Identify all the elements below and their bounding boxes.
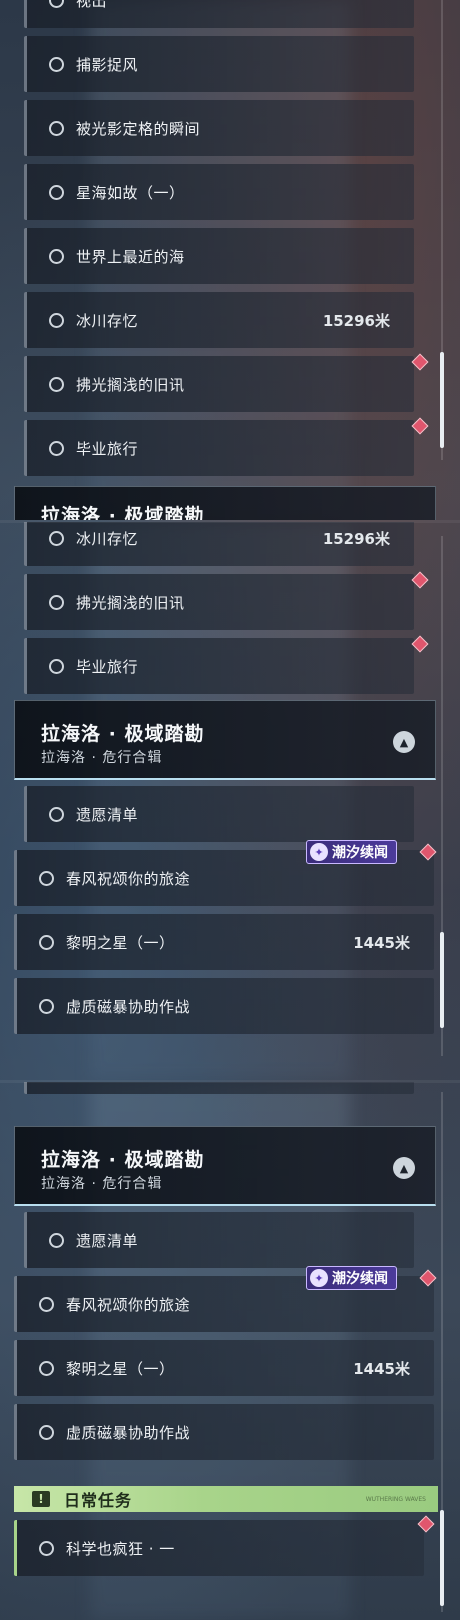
exclamation-icon: !: [32, 1491, 50, 1507]
quest-distance: 1445米: [353, 933, 410, 952]
quest-status-icon: [39, 998, 54, 1014]
quest-status-icon: [49, 594, 64, 610]
quest-status-icon: [49, 0, 64, 8]
quest-item[interactable]: 冰川存忆 15296米: [24, 522, 414, 566]
scrollbar-thumb[interactable]: [440, 1510, 444, 1606]
tide-event-icon: ✦: [310, 1269, 328, 1287]
quest-panel-1: 视出 捕影捉风 被光影定格的瞬间 星海如故（一） 世界上最近的海 冰川存忆 15…: [0, 0, 460, 520]
quest-distance: 15296米: [322, 311, 390, 330]
quest-status-icon: [39, 1540, 54, 1556]
quest-label: 黎明之星（一）: [66, 933, 175, 952]
quest-item[interactable]: 遗愿清单: [24, 786, 414, 842]
daily-tasks-label: 日常任务: [64, 1491, 133, 1510]
event-badge[interactable]: ✦ 潮汐续闻: [306, 1266, 397, 1290]
quest-status-icon: [49, 56, 64, 72]
quest-label: 毕业旅行: [76, 439, 139, 458]
quest-label: 虚质磁暴协助作战: [66, 1423, 191, 1442]
quest-label: 黎明之星（一）: [66, 1359, 175, 1378]
quest-item[interactable]: 被光影定格的瞬间: [24, 100, 414, 156]
quest-status-icon: [49, 120, 64, 136]
quest-item[interactable]: 科学也疯狂 · 一: [14, 1520, 424, 1576]
quest-item[interactable]: 毕业旅行: [24, 1082, 414, 1094]
quest-status-icon: [49, 440, 64, 456]
divider: [0, 1080, 460, 1083]
quest-item[interactable]: 遗愿清单: [24, 1212, 414, 1268]
region-header[interactable]: 拉海洛 · 极域踏勘 拉海洛 · 危行合辑 ▲: [14, 700, 436, 780]
tracker-diamond-icon[interactable]: [411, 417, 429, 435]
tide-event-icon: ✦: [310, 843, 328, 861]
region-title: 拉海洛 · 极域踏勘: [41, 1149, 205, 1171]
region-subtitle: 拉海洛 · 危行合辑: [41, 750, 163, 766]
quest-panel-3: 毕业旅行 拉海洛 · 极域踏勘 拉海洛 · 危行合辑 ▲ 遗愿清单 ✦ 潮汐续闻…: [0, 1082, 460, 1620]
quest-label: 遗愿清单: [76, 1231, 139, 1250]
quest-label: 世界上最近的海: [76, 247, 185, 266]
quest-item[interactable]: 冰川存忆 15296米: [24, 292, 414, 348]
region-title: 拉海洛 · 极域踏勘: [41, 723, 205, 745]
scrollbar[interactable]: [440, 536, 444, 1056]
quest-label: 冰川存忆: [76, 529, 139, 548]
quest-item[interactable]: 虚质磁暴协助作战: [14, 1404, 434, 1460]
quest-status-icon: [49, 658, 64, 674]
quest-status-icon: [49, 184, 64, 200]
quest-item[interactable]: 虚质磁暴协助作战: [14, 978, 434, 1034]
quest-item[interactable]: 黎明之星（一） 1445米: [14, 1340, 434, 1396]
quest-label: 科学也疯狂 · 一: [66, 1539, 175, 1558]
quest-item[interactable]: 世界上最近的海: [24, 228, 414, 284]
event-badge-label: 潮汐续闻: [332, 1271, 388, 1287]
quest-label: 拂光搁浅的旧讯: [76, 375, 185, 394]
quest-distance: 15296米: [322, 529, 390, 548]
tracker-diamond-icon[interactable]: [411, 353, 429, 371]
quest-status-icon: [49, 312, 64, 328]
quest-label: 遗愿清单: [76, 805, 139, 824]
quest-distance: 1445米: [353, 1359, 410, 1378]
scrollbar[interactable]: [440, 1092, 444, 1612]
quest-status-icon: [39, 870, 54, 886]
quest-status-icon: [49, 376, 64, 392]
quest-item[interactable]: 拂光搁浅的旧讯: [24, 356, 414, 412]
quest-status-icon: [39, 1424, 54, 1440]
quest-label: 毕业旅行: [76, 657, 139, 676]
quest-label: 春风祝颂你的旅途: [66, 869, 191, 888]
quest-label: 春风祝颂你的旅途: [66, 1295, 191, 1314]
region-title: 拉海洛 · 极域踏勘: [41, 505, 205, 520]
scrollbar-thumb[interactable]: [440, 932, 444, 1028]
quest-status-icon: [39, 1296, 54, 1312]
quest-label: 拂光搁浅的旧讯: [76, 593, 185, 612]
region-header[interactable]: 拉海洛 · 极域踏勘 拉海洛 · 危行合辑 ▲: [14, 1126, 436, 1206]
tracker-diamond-icon[interactable]: [411, 635, 429, 653]
quest-label: 虚质磁暴协助作战: [66, 997, 191, 1016]
event-badge-label: 潮汐续闻: [332, 845, 388, 861]
quest-label: 被光影定格的瞬间: [76, 119, 201, 138]
quest-label: 冰川存忆: [76, 311, 139, 330]
tracker-diamond-icon[interactable]: [411, 571, 429, 589]
quest-panel-2: 冰川存忆 15296米 拂光搁浅的旧讯 毕业旅行 拉海洛 · 极域踏勘 拉海洛 …: [0, 522, 460, 1080]
chevron-up-icon[interactable]: ▲: [393, 1157, 415, 1179]
quest-label: 视出: [76, 0, 108, 10]
event-badge[interactable]: ✦ 潮汐续闻: [306, 840, 397, 864]
quest-item[interactable]: 黎明之星（一） 1445米: [14, 914, 434, 970]
chevron-up-icon[interactable]: ▲: [393, 731, 415, 753]
quest-label: 星海如故（一）: [76, 183, 185, 202]
daily-tasks-header[interactable]: ! 日常任务 WUTHERING WAVES: [14, 1486, 438, 1512]
quest-status-icon: [49, 1232, 64, 1248]
quest-item[interactable]: 毕业旅行: [24, 420, 414, 476]
scrollbar-thumb[interactable]: [440, 352, 444, 448]
quest-item[interactable]: 星海如故（一）: [24, 164, 414, 220]
quest-item[interactable]: 拂光搁浅的旧讯: [24, 574, 414, 630]
quest-status-icon: [39, 934, 54, 950]
region-header[interactable]: 拉海洛 · 极域踏勘: [14, 486, 436, 520]
quest-status-icon: [49, 530, 64, 546]
quest-item[interactable]: 毕业旅行: [24, 638, 414, 694]
daily-tasks-note: WUTHERING WAVES: [365, 1495, 426, 1503]
quest-label: 捕影捉风: [76, 55, 139, 74]
quest-status-icon: [49, 806, 64, 822]
quest-item[interactable]: 捕影捉风: [24, 36, 414, 92]
region-subtitle: 拉海洛 · 危行合辑: [41, 1176, 163, 1192]
quest-status-icon: [39, 1360, 54, 1376]
divider: [0, 520, 460, 523]
quest-status-icon: [49, 248, 64, 264]
quest-item[interactable]: 视出: [24, 0, 414, 28]
scrollbar[interactable]: [440, 0, 444, 460]
